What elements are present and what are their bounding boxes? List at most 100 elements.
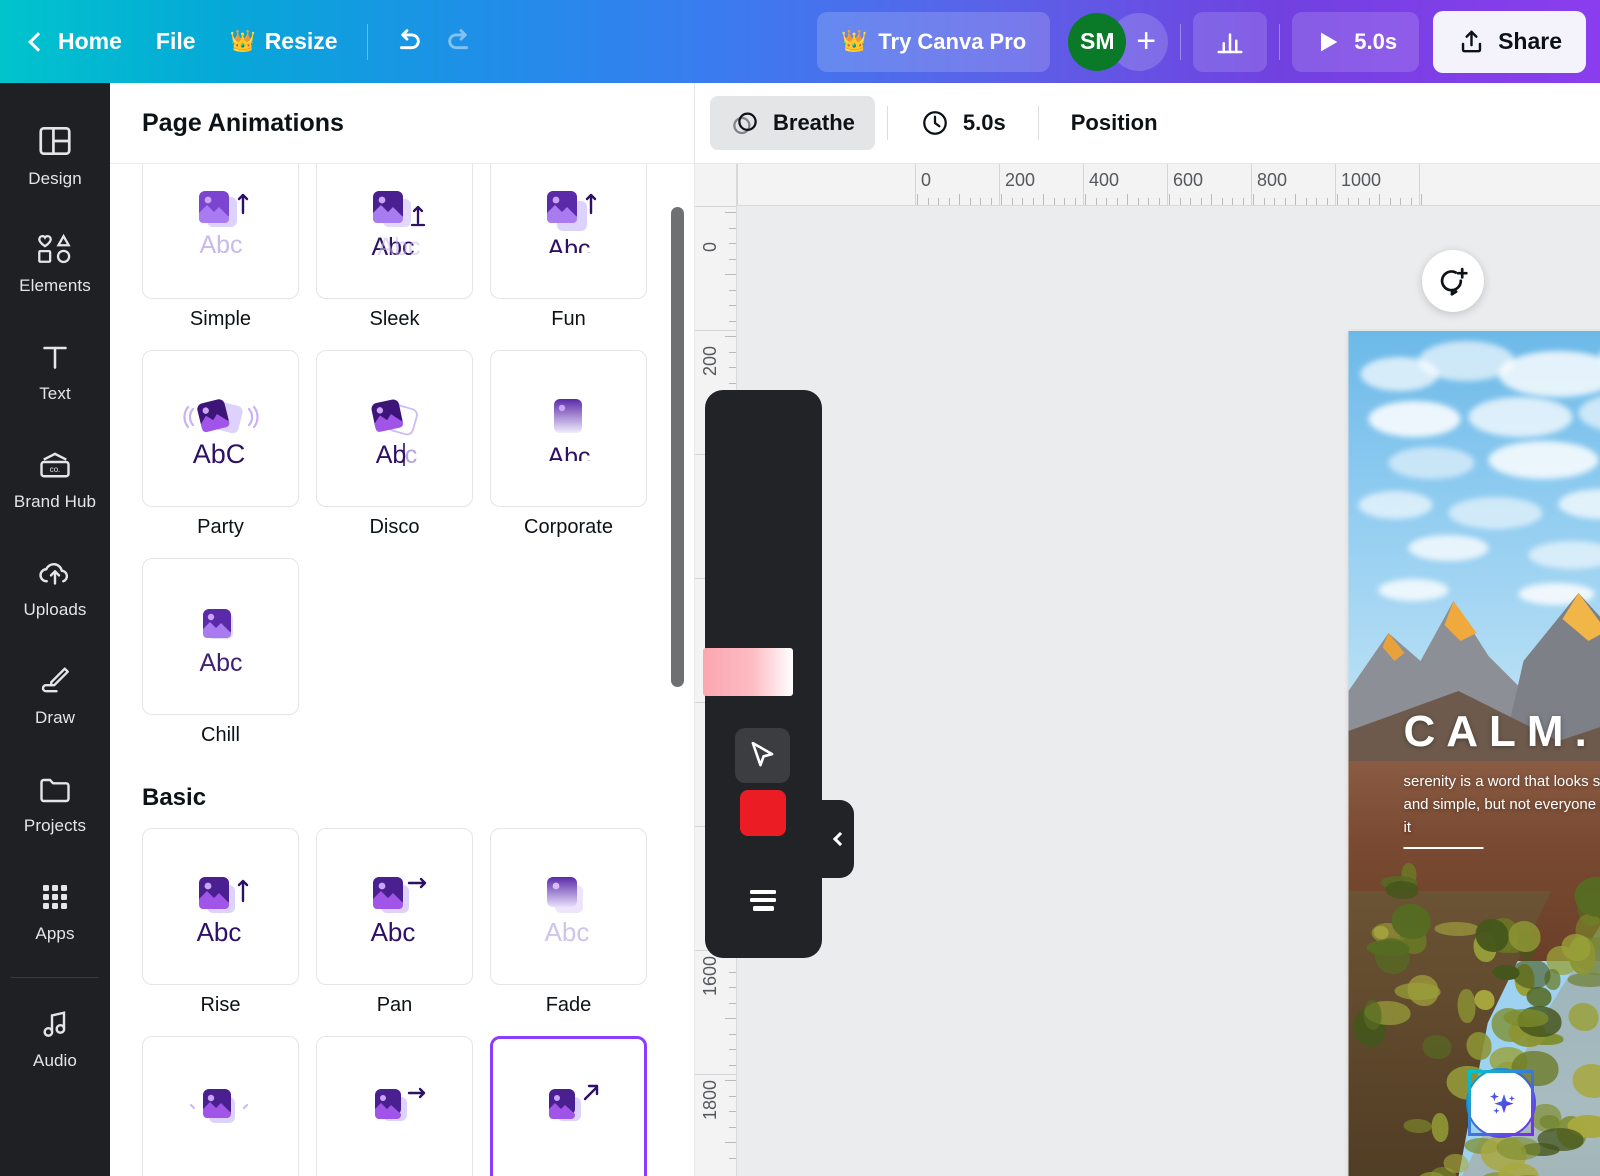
animation-card-selected[interactable] xyxy=(490,1036,647,1176)
sidebar-item-label: Text xyxy=(39,384,71,404)
animation-card-pan[interactable]: Abc xyxy=(316,828,473,985)
animation-style-button[interactable]: Breathe xyxy=(710,96,875,150)
home-button[interactable]: Home xyxy=(14,16,139,68)
animation-card-fun[interactable]: Abc xyxy=(490,164,647,299)
animation-card-disco[interactable]: Ab c xyxy=(316,350,473,507)
animation-card-fade[interactable]: Abc xyxy=(490,828,647,985)
foliage-blob xyxy=(1527,987,1552,1007)
animation-cell: Abc Abc Sleek xyxy=(316,164,473,334)
animation-cell: Abc Simple xyxy=(142,164,299,334)
sidebar-item-text[interactable]: Text xyxy=(6,317,104,425)
page-animations-panel: Page Animations Abc xyxy=(110,83,695,1176)
cloud xyxy=(1469,397,1573,437)
animation-preview-icon: Abc xyxy=(521,381,617,477)
sidebar-item-uploads[interactable]: Uploads xyxy=(6,533,104,641)
animation-grid-basic: Abc Rise Abc xyxy=(142,828,663,1176)
redo-icon xyxy=(444,25,478,59)
animation-card-partial-2[interactable] xyxy=(316,1036,473,1176)
sidebar-divider xyxy=(11,977,99,978)
animation-card-chill[interactable]: Abc xyxy=(142,558,299,715)
animation-preview-icon: Ab c xyxy=(347,381,443,477)
sidebar-item-brand-hub[interactable]: co. Brand Hub xyxy=(6,425,104,533)
animation-card-sleek[interactable]: Abc Abc xyxy=(316,164,473,299)
ruler-label-h: 0 xyxy=(921,170,931,191)
animation-preview-icon: Abc xyxy=(173,589,269,685)
sidebar-item-projects[interactable]: Projects xyxy=(6,749,104,857)
cloud xyxy=(1389,447,1475,479)
avatar[interactable]: SM xyxy=(1068,13,1126,71)
sidebar-item-audio[interactable]: Audio xyxy=(6,984,104,1092)
magic-sparkle-icon xyxy=(1481,1083,1521,1123)
crown-icon: 👑 xyxy=(230,31,256,52)
resize-button[interactable]: 👑 Resize xyxy=(213,16,355,68)
animation-cell xyxy=(490,1036,647,1176)
position-button[interactable]: Position xyxy=(1051,96,1178,150)
animation-preview-icon: Abc xyxy=(521,173,617,269)
animation-preview-icon xyxy=(347,1067,443,1163)
file-menu-button[interactable]: File xyxy=(139,16,213,68)
pointer-tool-button[interactable] xyxy=(735,728,790,783)
animation-card-party[interactable]: AbC xyxy=(142,350,299,507)
gradient-bar[interactable] xyxy=(703,648,793,696)
magic-studio-button[interactable] xyxy=(1468,1070,1534,1136)
canvas-underline xyxy=(1404,847,1484,849)
foliage-blob xyxy=(1434,922,1480,935)
undo-button[interactable] xyxy=(380,15,434,69)
animation-preview-icon: Abc xyxy=(347,859,443,955)
animation-card-rise[interactable]: Abc xyxy=(142,828,299,985)
chevron-left-icon xyxy=(28,32,48,52)
timing-button[interactable]: 5.0s xyxy=(900,96,1026,150)
sidebar-item-draw[interactable]: Draw xyxy=(6,641,104,749)
brand-card-icon: co. xyxy=(35,447,75,483)
design-page[interactable]: CALM. serenity is a word that looks simp… xyxy=(1349,331,1600,1176)
circles-icon xyxy=(730,108,760,138)
undo-icon xyxy=(390,25,424,59)
ruler-label-h: 400 xyxy=(1089,170,1119,191)
menu-lines-button[interactable] xyxy=(735,872,790,927)
cloud-upload-icon xyxy=(35,555,75,591)
horizontal-ruler[interactable]: 0 200 400 600 800 1000 xyxy=(695,164,1600,206)
foliage-blob xyxy=(1537,1128,1584,1150)
collapse-toolbar-button[interactable] xyxy=(822,800,854,878)
color-swatch[interactable] xyxy=(740,790,786,836)
foliage-blob xyxy=(1366,940,1409,956)
music-note-icon xyxy=(36,1006,74,1042)
canvas-viewport[interactable]: CALM. serenity is a word that looks simp… xyxy=(738,206,1600,1176)
share-button[interactable]: Share xyxy=(1433,11,1586,73)
add-comment-button[interactable] xyxy=(1422,250,1484,312)
try-canva-pro-button[interactable]: 👑 Try Canva Pro xyxy=(817,12,1050,72)
panel-scroll-body[interactable]: Abc Simple xyxy=(110,164,695,1176)
cloud xyxy=(1359,491,1433,519)
svg-text:Abc: Abc xyxy=(196,917,241,947)
svg-text:Abc: Abc xyxy=(199,231,242,259)
analytics-button[interactable] xyxy=(1193,12,1267,72)
animation-label: Disco xyxy=(316,516,473,542)
animation-preview-icon xyxy=(521,1067,617,1163)
file-label: File xyxy=(156,28,196,55)
animation-preview-icon: Abc xyxy=(173,173,269,269)
canvas-heading[interactable]: CALM. xyxy=(1404,707,1598,757)
canvas-subtitle[interactable]: serenity is a word that looks simple and… xyxy=(1404,771,1600,839)
sidebar-item-design[interactable]: Design xyxy=(6,101,104,209)
cursor-pointer-icon xyxy=(746,739,779,772)
panel-scrollbar-thumb[interactable] xyxy=(671,207,684,687)
animation-card-partial-1[interactable] xyxy=(142,1036,299,1176)
animation-cell: Ab c Disco xyxy=(316,350,473,542)
animation-grid-styled: Abc Simple xyxy=(142,164,663,750)
animation-cell: AbC Party xyxy=(142,350,299,542)
animation-card-corporate[interactable]: Abc xyxy=(490,350,647,507)
svg-text:Abc: Abc xyxy=(547,443,590,471)
foliage-blob xyxy=(1475,919,1508,952)
avatar-initials: SM xyxy=(1080,28,1115,55)
svg-text:Abc: Abc xyxy=(544,917,589,947)
play-preview-button[interactable]: 5.0s xyxy=(1292,12,1419,72)
animation-cell: Abc Rise xyxy=(142,828,299,1020)
play-duration-label: 5.0s xyxy=(1354,29,1397,55)
panel-scrollbar-track[interactable] xyxy=(671,175,684,1175)
sidebar-item-apps[interactable]: Apps xyxy=(6,857,104,965)
svg-text:Abc: Abc xyxy=(377,233,420,261)
sidebar-item-elements[interactable]: Elements xyxy=(6,209,104,317)
foliage-blob xyxy=(1395,983,1441,1001)
animation-card-simple[interactable]: Abc xyxy=(142,164,299,299)
redo-button[interactable] xyxy=(434,15,488,69)
